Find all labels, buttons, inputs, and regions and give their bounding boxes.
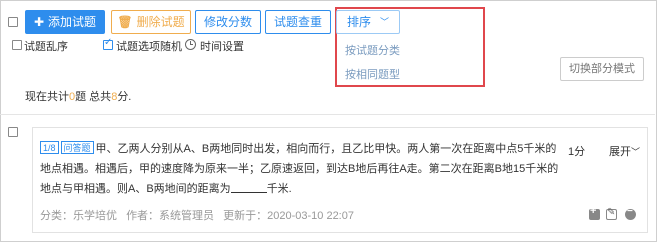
delete-question-label: 删除试题 [136, 15, 185, 29]
random-options-checkbox[interactable] [103, 37, 113, 50]
question-index: 1/8 [40, 141, 59, 154]
question-text: 1/8 问答题 甲、乙两人分别从A、B两地同时出发，相向而行，且乙比甲快。两人第一次… [40, 139, 560, 199]
chevron-down-icon: ﹀ [379, 17, 389, 27]
question-type-tag: 问答题 [60, 141, 94, 154]
summary-suffix: 分. [117, 91, 132, 103]
expand-toggle[interactable]: 展开﹀ [609, 143, 640, 159]
clock-icon [185, 39, 196, 50]
random-options-label: 试题选项随机 [116, 41, 182, 53]
add-question-label: 添加试题 [48, 15, 97, 29]
question-score: 1分 [568, 146, 586, 158]
summary-prefix: 现在共计 [25, 91, 69, 103]
edit-score-button[interactable]: 修改分数 [195, 10, 261, 34]
shuffle-label: 试题乱序 [24, 41, 68, 53]
edit-score-label: 修改分数 [203, 15, 252, 29]
summary-mid: 题 总共 [75, 91, 112, 103]
plus-icon: ✚ [33, 15, 45, 29]
add-icon[interactable] [589, 205, 600, 220]
edit-icon[interactable] [606, 207, 617, 220]
answer-blank [230, 180, 267, 193]
question-category: 分类：乐学培优 [40, 210, 117, 222]
question-body: 甲、乙两人分别从A、B两地同时出发，相向而行，且乙比甲快。两人第一次在距离中点5… [40, 143, 559, 195]
question-checkbox[interactable] [8, 127, 18, 137]
sort-by-category[interactable]: 按试题分类 [345, 42, 400, 58]
sort-label: 排序 [347, 15, 372, 29]
select-all-checkbox[interactable] [8, 17, 18, 27]
question-updated: 更新于：2020-03-10 22:07 [223, 210, 354, 222]
check-duplicate-button[interactable]: 试题查重 [265, 10, 331, 34]
expand-label: 展开 [609, 146, 631, 158]
delete-question-button[interactable]: 🗑 删除试题 [111, 10, 191, 34]
add-question-button[interactable]: ✚ 添加试题 [25, 10, 105, 34]
question-body-end: 千米. [266, 183, 292, 195]
time-setting-link[interactable]: 时间设置 [200, 38, 244, 54]
sort-by-type[interactable]: 按相同题型 [345, 66, 400, 82]
chevron-down-icon: ﹀ [631, 147, 641, 157]
remove-icon[interactable] [625, 206, 636, 220]
summary-text: 现在共计0题 总共8分. [25, 88, 131, 104]
divider [0, 114, 655, 115]
switch-mode-button[interactable]: 切换部分模式 [560, 57, 644, 81]
sort-button[interactable]: 排序 ﹀ [336, 10, 400, 34]
question-meta: 分类：乐学培优 作者：系统管理员 更新于：2020-03-10 22:07 [40, 207, 360, 223]
trash-icon: 🗑 [117, 15, 133, 29]
question-author: 作者：系统管理员 [126, 210, 215, 222]
check-duplicate-label: 试题查重 [273, 15, 322, 29]
shuffle-checkbox[interactable] [12, 40, 22, 50]
